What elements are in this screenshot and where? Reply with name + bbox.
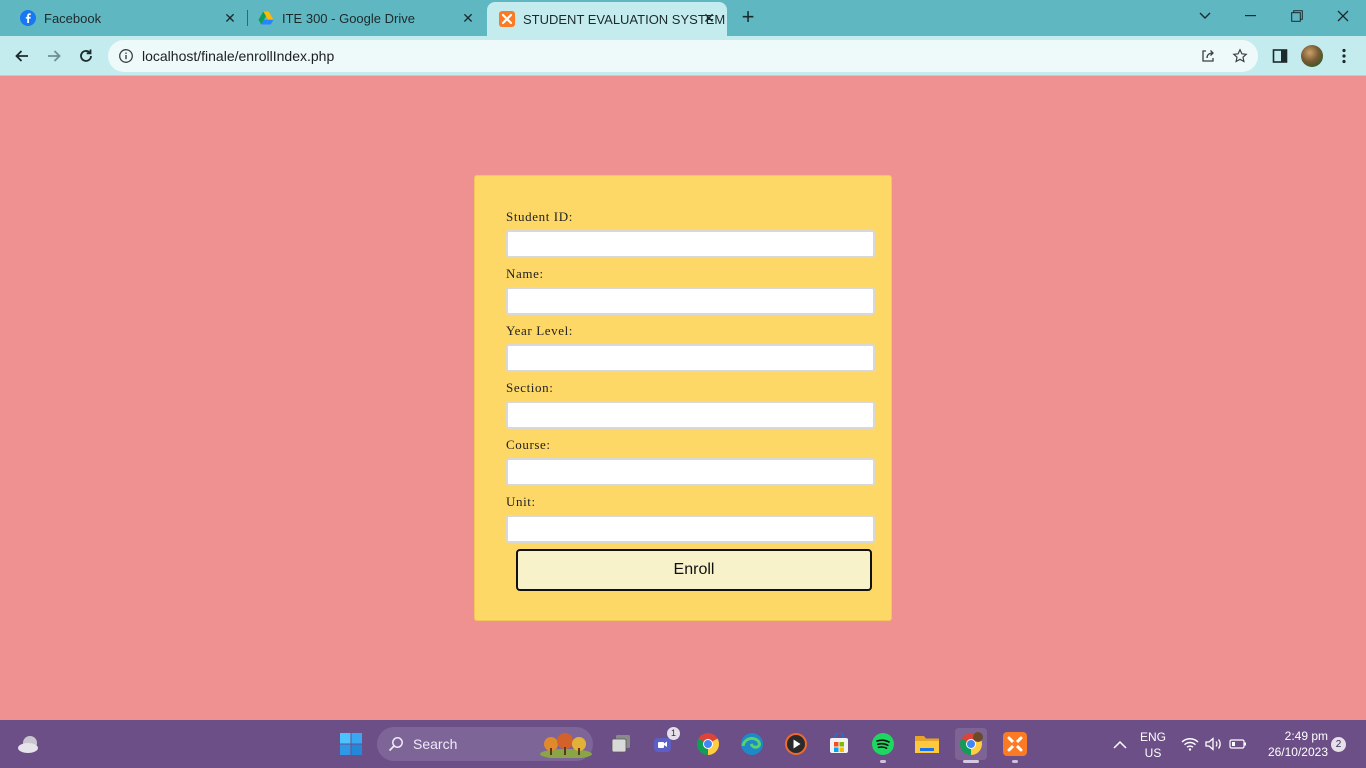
tab-student-evaluation[interactable]: STUDENT EVALUATION SYSTEM ✕ (487, 2, 727, 36)
media-player-icon[interactable] (780, 728, 812, 760)
weather-icon[interactable] (13, 728, 45, 760)
edge-icon[interactable] (736, 728, 768, 760)
student-id-input[interactable] (506, 230, 875, 258)
close-icon[interactable]: ✕ (701, 10, 717, 26)
store-icon[interactable] (823, 728, 855, 760)
notification-badge[interactable]: 2 (1331, 737, 1346, 752)
taskbar: Search 1 ENG US 2:49 pm 26/10/2023 2 (0, 720, 1366, 768)
restore-button[interactable] (1274, 0, 1320, 32)
side-panel-icon[interactable] (1268, 44, 1292, 68)
tab-facebook[interactable]: Facebook ✕ (0, 0, 248, 36)
language-indicator[interactable]: ENG (1137, 730, 1169, 744)
tab-google-drive[interactable]: ITE 300 - Google Drive ✕ (238, 0, 486, 36)
minimize-button[interactable] (1228, 0, 1274, 32)
name-input[interactable] (506, 287, 875, 315)
unit-input[interactable] (506, 515, 875, 543)
close-icon[interactable]: ✕ (222, 10, 238, 26)
task-view-icon[interactable] (605, 728, 637, 760)
chevron-up-icon[interactable] (1104, 728, 1136, 760)
course-input[interactable] (506, 458, 875, 486)
teams-chat-icon[interactable]: 1 (648, 727, 680, 760)
tab-title: Facebook (44, 10, 102, 26)
close-window-button[interactable] (1320, 0, 1366, 32)
tab-title: STUDENT EVALUATION SYSTEM (523, 11, 726, 27)
xampp-taskbar-icon[interactable] (999, 728, 1031, 763)
chrome-icon[interactable] (692, 728, 724, 760)
avatar (1301, 45, 1323, 67)
tab-title: ITE 300 - Google Drive (282, 10, 415, 26)
file-explorer-icon[interactable] (911, 728, 943, 760)
close-icon[interactable]: ✕ (460, 10, 476, 26)
back-button[interactable] (8, 42, 36, 70)
clock-time[interactable]: 2:49 pm (1258, 729, 1328, 743)
search-highlight-image (539, 730, 593, 763)
browser-tabstrip: Facebook ✕ ITE 300 - Google Drive ✕ STUD… (0, 0, 1366, 36)
region-indicator[interactable]: US (1137, 746, 1169, 760)
chevron-down-icon[interactable] (1182, 0, 1228, 32)
start-button[interactable] (335, 728, 367, 760)
course-label: Course: (506, 437, 551, 452)
forward-button[interactable] (40, 42, 68, 70)
taskbar-search[interactable]: Search (377, 727, 593, 761)
reload-button[interactable] (72, 42, 100, 70)
clock-date[interactable]: 26/10/2023 (1258, 745, 1328, 759)
spotify-icon[interactable] (867, 728, 899, 763)
chrome-profile-icon[interactable] (955, 728, 987, 763)
url-text: localhost/finale/enrollIndex.php (142, 48, 335, 64)
kebab-menu-icon[interactable] (1332, 44, 1356, 68)
share-icon[interactable] (1198, 46, 1218, 66)
section-input[interactable] (506, 401, 875, 429)
enroll-button[interactable]: Enroll (516, 549, 872, 591)
browser-toolbar: localhost/finale/enrollIndex.php (0, 36, 1366, 76)
star-icon[interactable] (1230, 46, 1250, 66)
year-level-label: Year Level: (506, 323, 574, 338)
new-tab-button[interactable]: + (736, 6, 760, 30)
year-level-input[interactable] (506, 344, 875, 372)
running-indicator (880, 760, 886, 763)
address-bar[interactable]: localhost/finale/enrollIndex.php (108, 40, 1258, 72)
info-icon[interactable] (118, 48, 134, 64)
search-icon (388, 736, 404, 757)
teams-badge: 1 (667, 727, 680, 740)
unit-label: Unit: (506, 494, 536, 509)
xampp-icon (499, 11, 515, 27)
battery-icon[interactable] (1224, 728, 1252, 760)
name-label: Name: (506, 266, 544, 281)
google-drive-icon (258, 10, 274, 26)
profile-avatar[interactable] (1300, 44, 1324, 68)
section-label: Section: (506, 380, 554, 395)
search-label: Search (413, 736, 458, 752)
active-indicator (963, 760, 979, 763)
enroll-form-card: Student ID: Name: Year Level: Section: C… (474, 175, 892, 621)
running-indicator (1012, 760, 1018, 763)
student-id-label: Student ID: (506, 209, 573, 224)
facebook-icon (20, 10, 36, 26)
